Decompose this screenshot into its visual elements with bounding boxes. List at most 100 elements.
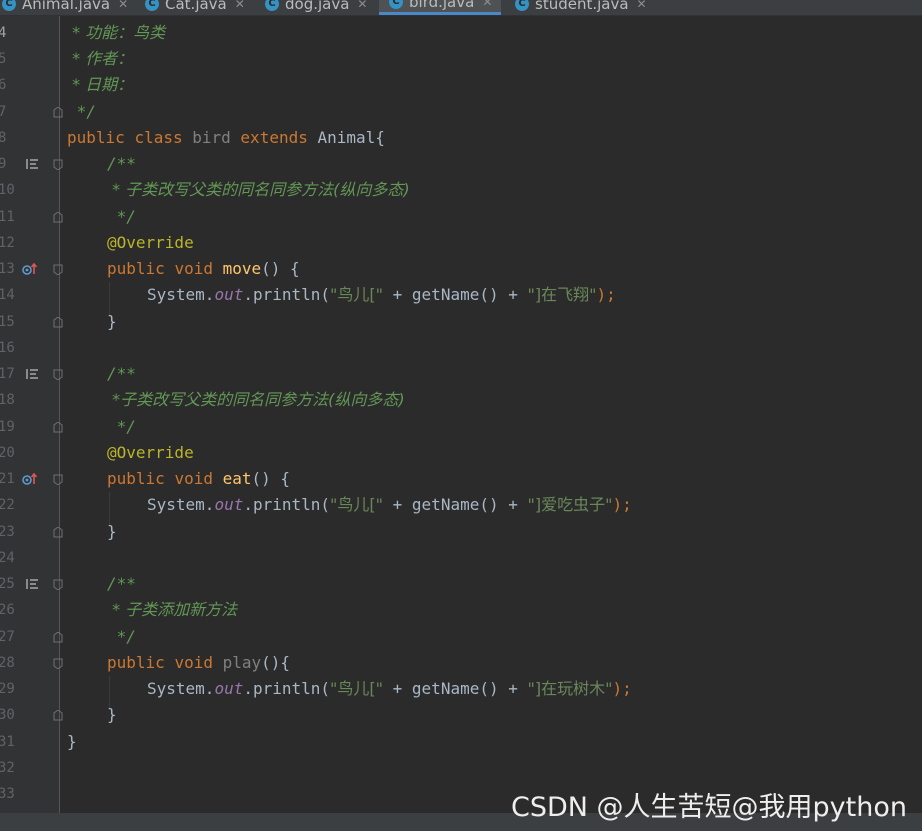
code-line: 14 System.out.println("鸟儿[" + getName() … [0,282,922,308]
fold-end-icon[interactable] [53,212,63,223]
code-line: 8 public class bird extends Animal{ [0,125,922,151]
fold-end-icon[interactable] [53,317,63,328]
line-number: 14 [0,287,15,303]
closing-brace: } [107,312,117,331]
fold-end-icon[interactable] [53,632,63,643]
overrides-method-icon[interactable] [22,472,38,486]
javadoc-render-icon[interactable] [26,159,38,169]
line-number: 22 [0,497,15,513]
parent-class: Animal{ [317,128,385,147]
java-class-icon: C [515,0,529,11]
line-number: 11 [0,209,15,225]
line-number: 25 [0,576,15,592]
close-icon[interactable]: ✕ [235,0,245,11]
code-line: 31 } [0,729,922,755]
fold-start-icon[interactable] [53,369,63,380]
line-number: 8 [0,130,7,146]
method-name: move [222,259,262,278]
javadoc-render-icon[interactable] [26,579,38,589]
line-number: 24 [0,550,15,566]
string-literal: "鸟儿[" [330,495,384,514]
line-number: 21 [0,471,15,487]
keyword: public [107,469,165,488]
code-line: 5 * 作者： [0,46,922,72]
line-number: 9 [0,156,7,172]
statement: System.out.println("鸟儿[" + getName() + "… [147,492,632,518]
line-number: 23 [0,524,15,540]
line-number: 13 [0,261,15,277]
line-number: 19 [0,419,15,435]
method-name: play [222,653,262,672]
line-number: 20 [0,445,15,461]
punctuation: ); [612,495,632,514]
comment-text: /** [107,574,136,593]
fold-end-icon[interactable] [53,527,63,538]
closing-brace: } [67,732,77,751]
close-icon[interactable]: ✕ [118,0,128,11]
overrides-method-icon[interactable] [22,262,38,276]
closing-brace: } [107,705,117,724]
close-icon[interactable]: ✕ [482,0,492,9]
close-icon[interactable]: ✕ [637,0,647,11]
code-line: 22 System.out.println("鸟儿[" + getName() … [0,492,922,518]
tab-cat-java[interactable]: C Cat.java ✕ [145,0,245,15]
method-declaration: public void play(){ [107,650,290,676]
watermark-text: CSDN @人生苦短@我用python [510,792,907,823]
identifier: System. [147,679,215,698]
code-line: 13 public void move() { [0,256,922,282]
comment-text: */ [107,627,136,646]
string-literal: "]在玩树木" [527,679,613,698]
fold-end-icon[interactable] [53,422,63,433]
code-line: 25 /** [0,571,922,597]
line-number: 27 [0,629,15,645]
comment-text: /** [107,364,136,383]
code-line: 27 */ [0,624,922,650]
punctuation: ); [612,679,632,698]
fold-start-icon[interactable] [53,658,63,669]
keyword: public [107,259,165,278]
keyword: class [134,128,183,147]
code-line: 24 [0,545,922,571]
tab-bird-java[interactable]: C bird.java ✕ [379,0,501,15]
line-number: 5 [0,51,7,67]
fold-start-icon[interactable] [53,159,63,170]
punctuation: ); [596,285,616,304]
tab-label: bird.java [409,0,475,11]
comment-text: */ [107,207,136,226]
line-number: 18 [0,392,15,408]
keyword: public [67,128,125,147]
code-line: 17 /** [0,361,922,387]
identifier: .println( [243,285,331,304]
tab-dog-java[interactable]: C dog.java ✕ [265,0,367,15]
line-number: 32 [0,760,15,776]
line-number: 29 [0,681,15,697]
closing-brace: } [107,522,117,541]
code-line: 9 /** [0,151,922,177]
statement: System.out.println("鸟儿[" + getName() + "… [147,282,616,308]
string-literal: "鸟儿[" [330,679,384,698]
line-number: 6 [0,77,7,93]
tab-student-java[interactable]: C student.java ✕ [515,0,647,15]
code-line: 29 System.out.println("鸟儿[" + getName() … [0,676,922,702]
comment-text: * 作者： [67,49,134,68]
fold-end-icon[interactable] [53,710,63,721]
tab-label: dog.java [285,0,350,13]
line-number: 16 [0,340,15,356]
comment-text: * 子类添加新方法 [107,600,238,619]
fold-start-icon[interactable] [53,264,63,275]
statement: System.out.println("鸟儿[" + getName() + "… [147,676,632,702]
code-line: 16 [0,335,922,361]
comment-text: *子类改写父类的同名同参方法(纵向多态) [107,390,405,409]
fold-start-icon[interactable] [53,474,63,485]
string-literal: "鸟儿[" [330,285,384,304]
static-field: out [214,495,244,514]
code-line: 4 * 功能：鸟类 [0,20,922,46]
editor-tab-bar: C Animal.java ✕ C Cat.java ✕ C dog.java … [0,0,922,16]
close-icon[interactable]: ✕ [357,0,367,11]
line-number: 31 [0,734,15,750]
identifier: System. [147,495,215,514]
fold-end-icon[interactable] [53,107,63,118]
javadoc-render-icon[interactable] [26,369,38,379]
fold-start-icon[interactable] [53,579,63,590]
tab-animal-java[interactable]: C Animal.java ✕ [2,0,128,15]
